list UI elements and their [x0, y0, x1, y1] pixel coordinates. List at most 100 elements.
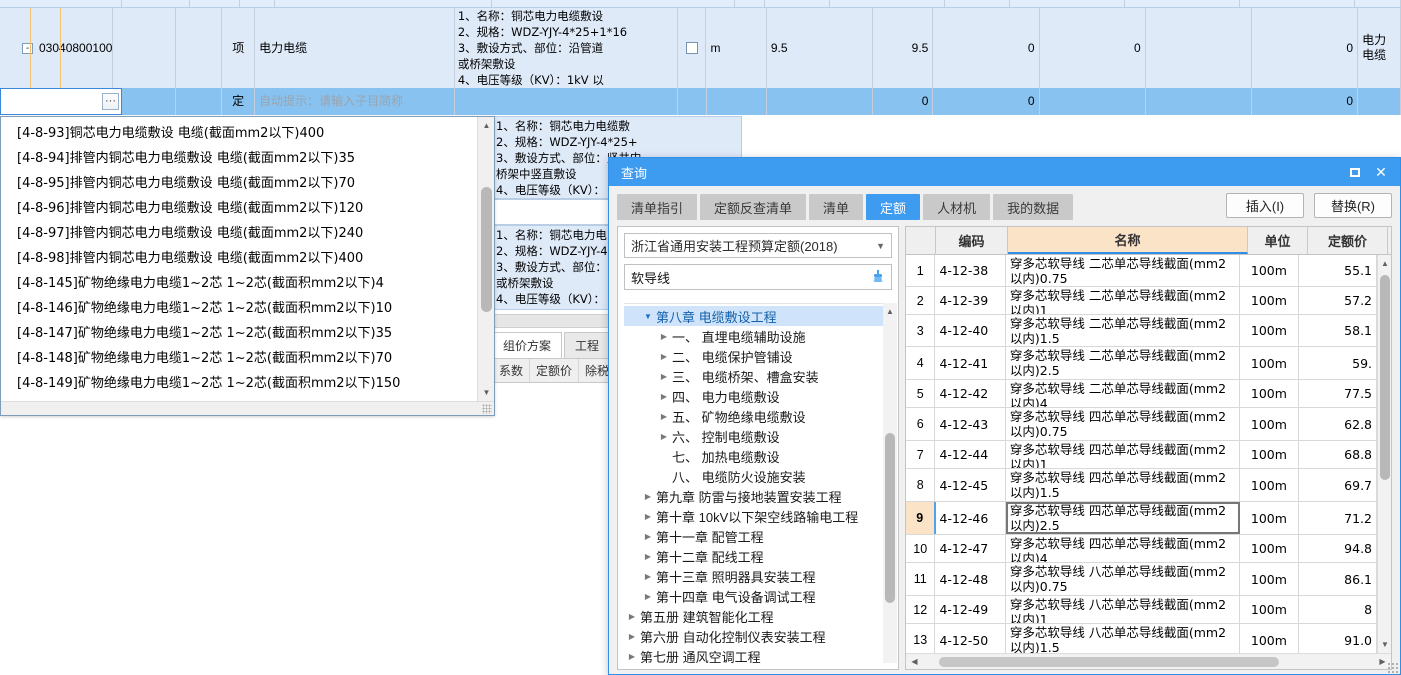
chevron-right-icon[interactable]: ▶: [640, 592, 656, 601]
cell-name[interactable]: 穿多芯软导线 四芯单芯导线截面(mm2以内)4: [1006, 535, 1241, 562]
chevron-right-icon[interactable]: ▶: [656, 372, 672, 381]
scrollbar-thumb[interactable]: [885, 433, 895, 603]
tab-我的数据[interactable]: 我的数据: [993, 194, 1074, 220]
cell-qty1[interactable]: 9.5: [767, 8, 873, 88]
cell-unit[interactable]: 100m: [1240, 563, 1299, 595]
cell-total[interactable]: 0: [1252, 8, 1359, 88]
autocomplete-vertical-scrollbar[interactable]: ▲ ▼: [477, 117, 494, 401]
ellipsis-button[interactable]: ···: [102, 93, 119, 110]
cell-name[interactable]: 穿多芯软导线 八芯单芯导线截面(mm2以内)0.75: [1006, 563, 1241, 595]
chevron-right-icon[interactable]: ▶: [640, 552, 656, 561]
cell-code[interactable]: 4-12-43: [935, 408, 1006, 440]
table-row[interactable]: 7 4-12-44 穿多芯软导线 四芯单芯导线截面(mm2以内)1 100m 6…: [906, 441, 1377, 469]
insert-button[interactable]: 插入(I): [1226, 193, 1304, 218]
cell-feature[interactable]: 1、名称：铜芯电力电缆敷设 2、规格：WDZ-YJY-4*25+1*16 3、敷…: [455, 8, 679, 88]
scrollbar-thumb-horizontal[interactable]: [939, 656, 1279, 667]
cell-code[interactable]: - 030408001002: [0, 8, 113, 88]
table-row[interactable]: 3 4-12-40 穿多芯软导线 二芯单芯导线截面(mm2以内)1.5 100m…: [906, 315, 1377, 347]
cell-code[interactable]: 4-12-47: [935, 535, 1006, 562]
list-item[interactable]: [4-8-145]矿物绝缘电力电缆1~2芯 1~2芯(截面积mm2以下)4: [9, 271, 477, 296]
chapter-tree[interactable]: ▼ 第八章 电缆敷设工程 ▶ 一、 直埋电缆辅助设施 ▶ 二、 电缆保护管铺设: [624, 303, 892, 663]
table-row[interactable]: 1 4-12-38 穿多芯软导线 二芯单芯导线截面(mm2以内)0.75 100…: [906, 255, 1377, 287]
cell-edit-zero3[interactable]: 0: [1252, 88, 1359, 115]
main-grid[interactable]: - 030408001002 项 电力电缆 1、名称：铜芯电力电缆敷设 2、规格…: [0, 0, 1401, 115]
cell-price[interactable]: 94.8: [1299, 535, 1377, 562]
cell-price[interactable]: 8: [1299, 596, 1377, 623]
tree-node[interactable]: ▶ 二、 电缆保护管铺设: [624, 346, 892, 366]
chevron-right-icon[interactable]: ▶: [624, 612, 640, 621]
chevron-right-icon[interactable]: ▶: [656, 432, 672, 441]
tab-工程[interactable]: 工程: [564, 332, 611, 358]
chevron-right-icon[interactable]: ▶: [640, 572, 656, 581]
resize-grip-icon[interactable]: [482, 404, 492, 414]
cell-unit[interactable]: 100m: [1240, 408, 1299, 440]
chevron-right-icon[interactable]: ▶: [640, 512, 656, 521]
cell-edit-zero2[interactable]: 0: [933, 88, 1040, 115]
list-item[interactable]: [4-8-146]矿物绝缘电力电缆1~2芯 1~2芯(截面积mm2以下)10: [9, 296, 477, 321]
cell-zero1[interactable]: 0: [933, 8, 1040, 88]
tree-node[interactable]: ▶ 第五册 建筑智能化工程: [624, 606, 892, 626]
list-item[interactable]: [4-8-98]排管内铜芯电力电缆敷设 电缆(截面mm2以下)400: [9, 246, 477, 271]
tree-node[interactable]: ▶ 第十二章 配线工程: [624, 546, 892, 566]
cell-unit[interactable]: 100m: [1240, 535, 1299, 562]
table-vertical-scrollbar[interactable]: ▲ ▼: [1377, 255, 1391, 653]
cell-code[interactable]: 4-12-38: [935, 255, 1006, 286]
table-row[interactable]: 10 4-12-47 穿多芯软导线 四芯单芯导线截面(mm2以内)4 100m …: [906, 535, 1377, 563]
cell-unit[interactable]: 项: [222, 8, 256, 88]
table-row[interactable]: 2 4-12-39 穿多芯软导线 二芯单芯导线截面(mm2以内)1 100m 5…: [906, 287, 1377, 315]
tree-node[interactable]: ▶ 第十四章 电气设备调试工程: [624, 586, 892, 606]
cell-code[interactable]: 4-12-46: [936, 502, 1006, 534]
scroll-left-icon[interactable]: ◀: [906, 653, 923, 670]
tree-node[interactable]: ▶ 第七册 通风空调工程: [624, 646, 892, 664]
cell-code[interactable]: 4-12-41: [935, 347, 1006, 379]
cell-name[interactable]: 穿多芯软导线 八芯单芯导线截面(mm2以内)1: [1006, 596, 1241, 623]
cell-edit-zero1[interactable]: 0: [873, 88, 934, 115]
chevron-right-icon[interactable]: ▶: [624, 632, 640, 641]
tab-清单[interactable]: 清单: [809, 194, 864, 220]
cell-code[interactable]: 4-12-48: [935, 563, 1006, 595]
tree-vertical-scrollbar[interactable]: ▲: [883, 303, 897, 663]
cell-unit[interactable]: 100m: [1240, 502, 1299, 534]
list-item[interactable]: [4-8-93]铜芯电力电缆敷设 电缆(截面mm2以下)400: [9, 121, 477, 146]
scroll-down-icon[interactable]: ▼: [478, 384, 495, 401]
table-row[interactable]: 4 4-12-41 穿多芯软导线 二芯单芯导线截面(mm2以内)2.5 100m…: [906, 347, 1377, 380]
tab-人材机[interactable]: 人材机: [923, 194, 991, 220]
cell-blank-2[interactable]: [176, 8, 223, 88]
list-item[interactable]: [4-8-149]矿物绝缘电力电缆1~2芯 1~2芯(截面积mm2以下)150: [9, 371, 477, 396]
search-input[interactable]: 软导线: [624, 264, 892, 290]
quota-table-pane[interactable]: 编码 名称 单位 定额价 1 4-12-38 穿多芯软导线 二芯单芯导线截面(m…: [905, 226, 1392, 670]
tree-node[interactable]: 七、 加热电缆敷设: [624, 446, 892, 466]
cell-name[interactable]: 穿多芯软导线 二芯单芯导线截面(mm2以内)1: [1006, 287, 1241, 314]
scrollbar-thumb[interactable]: [481, 187, 492, 312]
cell-unit[interactable]: 100m: [1240, 315, 1299, 346]
cell-tail[interactable]: 电力电缆: [1358, 8, 1401, 88]
tree-node[interactable]: 八、 电缆防火设施安装: [624, 466, 892, 486]
cell-name[interactable]: 穿多芯软导线 二芯单芯导线截面(mm2以内)1.5: [1006, 315, 1241, 346]
cell-name[interactable]: 穿多芯软导线 二芯单芯导线截面(mm2以内)2.5: [1006, 347, 1241, 379]
replace-button[interactable]: 替换(R): [1314, 193, 1392, 218]
table-row[interactable]: 11 4-12-48 穿多芯软导线 八芯单芯导线截面(mm2以内)0.75 10…: [906, 563, 1377, 596]
cell-price[interactable]: 71.2: [1299, 502, 1377, 534]
cell-unit[interactable]: 100m: [1240, 287, 1299, 314]
list-item[interactable]: [4-8-147]矿物绝缘电力电缆1~2芯 1~2芯(截面积mm2以下)35: [9, 321, 477, 346]
dialog-titlebar[interactable]: 查询 ✕: [609, 158, 1400, 186]
tree-node[interactable]: ▶ 六、 控制电缆敷设: [624, 426, 892, 446]
tree-node[interactable]: ▶ 第十一章 配管工程: [624, 526, 892, 546]
cell-price[interactable]: 69.7: [1299, 469, 1377, 501]
cell-price[interactable]: 55.1: [1299, 255, 1377, 286]
table-row[interactable]: 12 4-12-49 穿多芯软导线 八芯单芯导线截面(mm2以内)1 100m …: [906, 596, 1377, 624]
tree-node[interactable]: ▶ 第六册 自动化控制仪表安装工程: [624, 626, 892, 646]
cell-blank-3[interactable]: [1146, 8, 1252, 88]
autocomplete-dropdown[interactable]: [4-8-93]铜芯电力电缆敷设 电缆(截面mm2以下)400 [4-8-94]…: [0, 116, 495, 416]
scroll-up-icon[interactable]: ▲: [478, 117, 495, 134]
autocomplete-list[interactable]: [4-8-93]铜芯电力电缆敷设 电缆(截面mm2以下)400 [4-8-94]…: [1, 117, 477, 401]
cell-price[interactable]: 68.8: [1299, 441, 1377, 468]
cell-price[interactable]: 77.5: [1299, 380, 1377, 407]
cell-name[interactable]: 穿多芯软导线 二芯单芯导线截面(mm2以内)4: [1006, 380, 1241, 407]
tab-定额反查清单[interactable]: 定额反查清单: [700, 194, 807, 220]
cell-uom[interactable]: m: [706, 8, 767, 88]
checkbox-icon[interactable]: [685, 42, 698, 54]
cell-price[interactable]: 59.: [1299, 347, 1377, 379]
list-item[interactable]: [4-8-97]排管内铜芯电力电缆敷设 电缆(截面mm2以下)240: [9, 221, 477, 246]
cell-unit[interactable]: 100m: [1240, 255, 1299, 286]
